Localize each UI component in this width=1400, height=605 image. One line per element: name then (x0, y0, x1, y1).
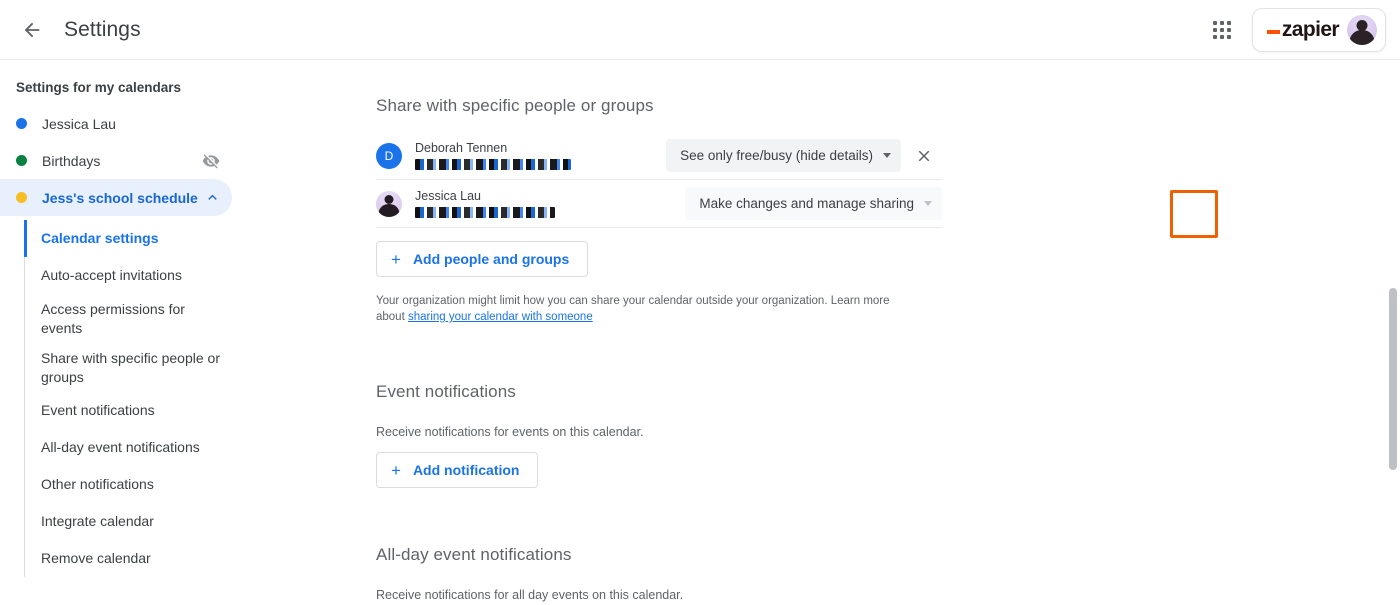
person-name: Deborah Tennen (415, 141, 508, 155)
sidebar-item-label: Jess's school schedule (42, 189, 198, 206)
permission-value: See only free/busy (hide details) (680, 148, 873, 163)
zapier-wordmark: zapier (1281, 17, 1340, 41)
sidebar-subitem-label: Remove calendar (41, 550, 151, 567)
chevron-down-icon (924, 201, 932, 206)
chevron-up-icon[interactable] (204, 189, 221, 206)
calendar-color-dot-icon (16, 155, 27, 166)
sidebar-item-integrate-calendar[interactable]: Integrate calendar (24, 503, 232, 540)
table-row: D Deborah Tennen See only free/busy (hid… (376, 132, 942, 180)
sidebar-item-access-permissions[interactable]: Access permissions for events (24, 294, 232, 343)
sidebar: Settings for my calendars Jessica Lau Bi… (0, 60, 232, 605)
sharing-help-link[interactable]: sharing your calendar with someone (408, 311, 593, 323)
sidebar-item-remove-calendar[interactable]: Remove calendar (24, 540, 232, 577)
event-notifications-description: Receive notifications for events on this… (376, 425, 644, 439)
eye-hidden-icon[interactable] (202, 152, 220, 170)
top-app-bar: Settings zapier (0, 0, 1400, 60)
scrollbar[interactable] (1386, 60, 1400, 605)
settings-sections: Share with specific people or groups D D… (232, 60, 1400, 602)
sidebar-item-label: Jessica Lau (42, 115, 116, 132)
close-icon (918, 150, 930, 161)
back-button[interactable] (12, 10, 52, 50)
add-people-and-groups-button[interactable]: + Add people and groups (376, 241, 589, 277)
all-day-notifications-description: Receive notifications for all day events… (376, 588, 684, 602)
calendar-color-dot-icon (16, 192, 27, 203)
sidebar-item-event-notifications[interactable]: Event notifications (24, 392, 232, 429)
sidebar-subitem-label: All-day event notifications (41, 439, 200, 456)
person-info: Jessica Lau (415, 189, 555, 218)
sidebar-heading: Settings for my calendars (16, 80, 182, 95)
zapier-account-badge[interactable]: zapier (1251, 7, 1386, 52)
sidebar-subitem-label: Access permissions for events (41, 301, 185, 336)
person-name: Jessica Lau (415, 189, 482, 203)
share-section-title: Share with specific people or groups (376, 96, 654, 115)
sidebar-item-calendar-settings[interactable]: Calendar settings (24, 220, 232, 257)
sidebar-calendar-birthdays[interactable]: Birthdays (0, 142, 232, 179)
row-controls: Make changes and manage sharing (685, 187, 942, 220)
sharing-help-text: Your organization might limit how you ca… (376, 293, 916, 325)
sidebar-calendar-jess-school-schedule[interactable]: Jess's school schedule (0, 179, 232, 216)
all-day-notifications-title: All-day event notifications (376, 545, 572, 564)
sidebar-subitem-label: Calendar settings (41, 230, 159, 247)
row-controls: See only free/busy (hide details) (666, 138, 942, 174)
sidebar-item-all-day-event-notifications[interactable]: All-day event notifications (24, 429, 232, 466)
person-info: Deborah Tennen (415, 141, 571, 170)
add-people-wrapper: + Add people and groups (376, 241, 1400, 277)
sidebar-subitem-label: Share with specific people or groups (41, 350, 220, 385)
permission-value: Make changes and manage sharing (699, 196, 914, 211)
plus-icon: + (391, 249, 401, 269)
sidebar-item-share-with-specific-people[interactable]: Share with specific people or groups (24, 343, 232, 392)
permission-dropdown[interactable]: See only free/busy (hide details) (666, 139, 901, 172)
remove-person-button[interactable] (906, 138, 942, 174)
page-title: Settings (64, 17, 141, 41)
calendar-color-dot-icon (16, 118, 27, 129)
event-notifications-section: Event notifications Receive notification… (376, 382, 1400, 488)
permission-dropdown: Make changes and manage sharing (685, 187, 942, 220)
sidebar-subitem-label: Event notifications (41, 402, 155, 419)
person-email-redacted (415, 159, 571, 170)
person-email-redacted (415, 207, 555, 218)
sidebar-subitem-label: Integrate calendar (41, 513, 154, 530)
settings-page: Settings zapier Settings for my calendar… (0, 0, 1400, 605)
chevron-down-icon (883, 153, 891, 158)
top-bar-right: zapier (1202, 7, 1400, 52)
sidebar-subnav: Calendar settings Auto-accept invitation… (0, 220, 232, 577)
plus-icon: + (391, 460, 401, 480)
table-row: Jessica Lau Make changes and manage shar… (376, 180, 942, 228)
zapier-underscore-icon (1266, 29, 1280, 34)
sidebar-calendar-jessica-lau[interactable]: Jessica Lau (0, 105, 232, 142)
avatar (376, 190, 402, 217)
sidebar-subitem-label: Auto-accept invitations (41, 267, 182, 284)
add-people-label: Add people and groups (412, 251, 570, 267)
main-content: Share with specific people or groups D D… (232, 60, 1400, 605)
event-notifications-title: Event notifications (376, 382, 516, 401)
grid-icon (1212, 20, 1231, 39)
back-arrow-icon (24, 22, 40, 37)
avatar[interactable] (1347, 14, 1377, 45)
apps-launcher-button[interactable] (1202, 10, 1242, 50)
sidebar-subitem-label: Other notifications (41, 476, 154, 493)
zapier-logo: zapier (1266, 17, 1340, 42)
scrollbar-thumb[interactable] (1389, 288, 1397, 470)
add-notification-label: Add notification (412, 462, 520, 478)
sidebar-item-other-notifications[interactable]: Other notifications (24, 466, 232, 503)
avatar: D (376, 142, 402, 169)
share-people-list: D Deborah Tennen See only free/busy (hid… (376, 132, 942, 228)
sidebar-item-auto-accept-invitations[interactable]: Auto-accept invitations (24, 257, 232, 294)
sidebar-item-label: Birthdays (42, 152, 101, 169)
add-notification-button[interactable]: + Add notification (376, 452, 539, 488)
all-day-event-notifications-section: All-day event notifications Receive noti… (376, 545, 1400, 602)
add-notification-wrapper: + Add notification (376, 452, 1400, 488)
